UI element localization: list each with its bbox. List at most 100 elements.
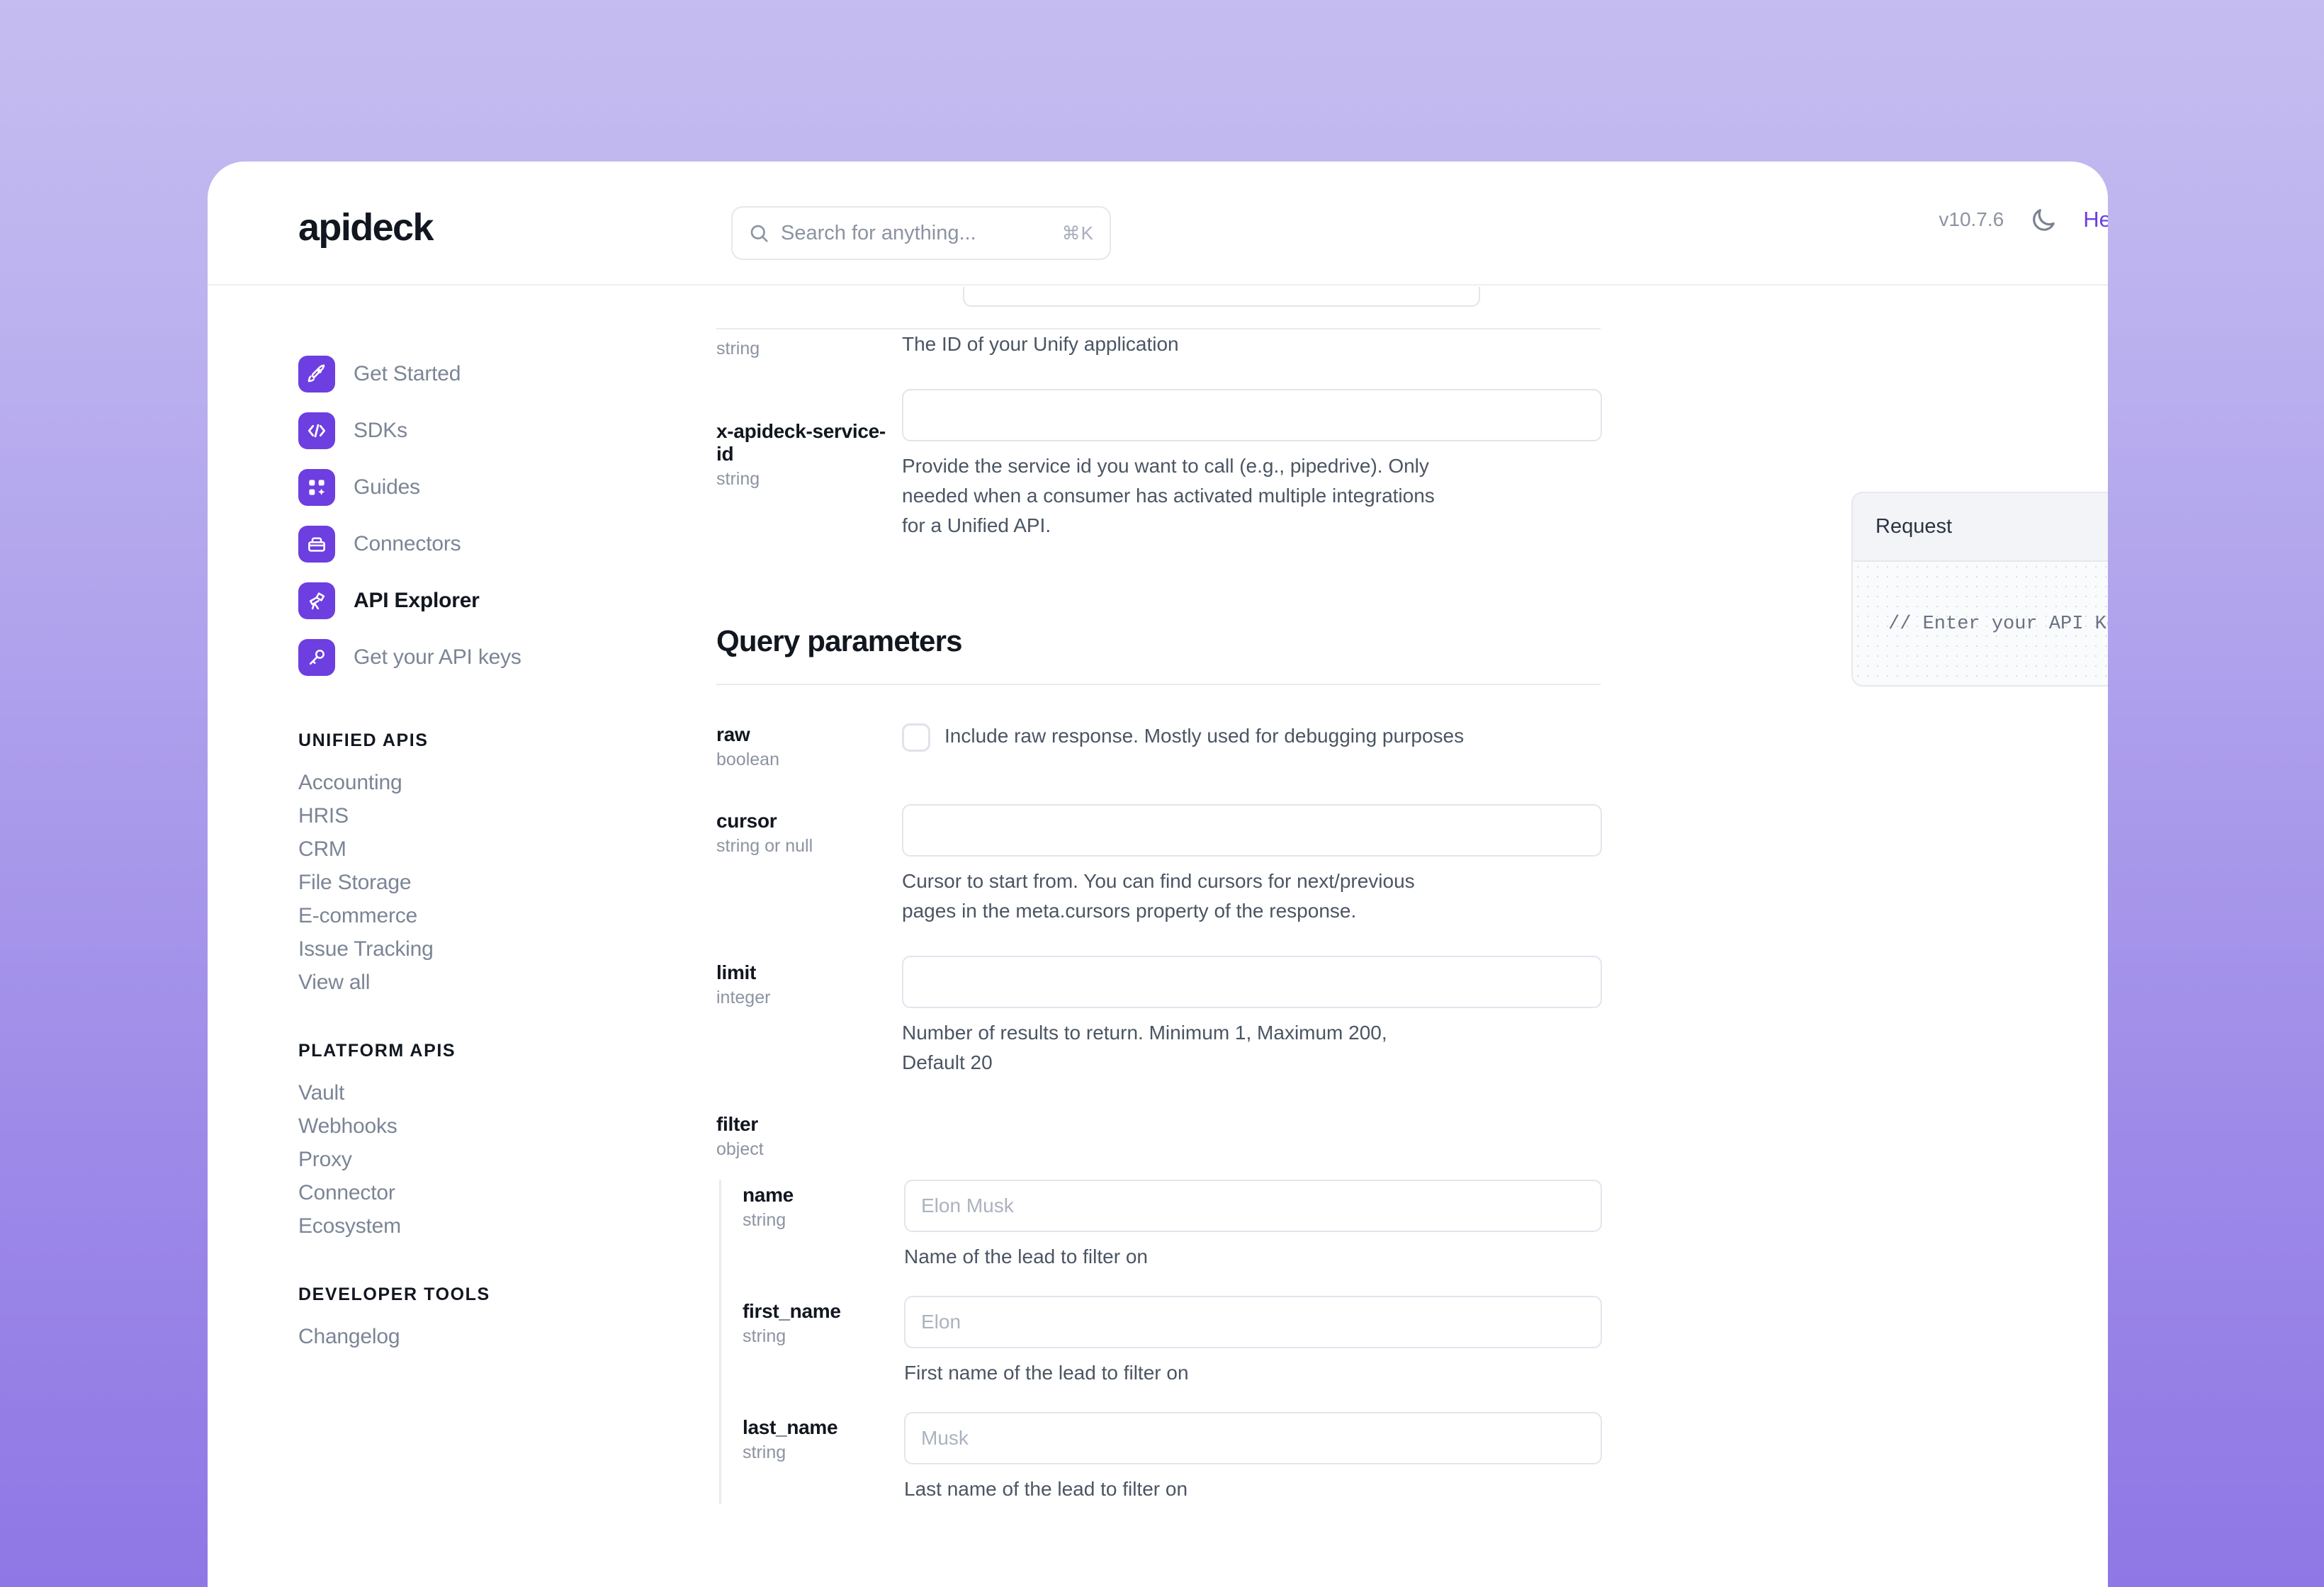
param-type: boolean [716,750,779,769]
moon-icon[interactable] [2029,205,2058,234]
filter-fields-group: name string Elon Musk Name of the lead t… [719,1180,1602,1504]
filter-last-name-input[interactable]: Musk [904,1412,1602,1464]
sidebar-link-connector[interactable]: Connector [298,1181,661,1205]
version-label: v10.7.6 [1939,208,2004,230]
sidebar: Get Started SDKs Guides Connectors API E… [208,287,661,1587]
sidebar-section-platform-apis: PLATFORM APIS Vault Webhooks Proxy Conne… [298,1041,661,1238]
sidebar-link-view-all[interactable]: View all [298,971,661,995]
filter-name-input[interactable]: Elon Musk [904,1180,1602,1232]
param-row-app-id: string The ID of your Unify application [716,332,1602,359]
param-row-limit: limit integer Number of results to retur… [716,956,1602,1078]
sidebar-link-file-storage[interactable]: File Storage [298,871,661,895]
param-type: string [716,469,760,489]
request-code-placeholder: // Enter your API Key and required param… [1888,614,2108,635]
sidebar-item-api-explorer[interactable]: API Explorer [298,579,661,623]
sidebar-item-guides[interactable]: Guides [298,465,661,509]
sidebar-section-developer-tools: DEVELOPER TOOLS Changelog [298,1284,661,1349]
raw-checkbox[interactable] [902,723,930,752]
sidebar-item-label: Get your API keys [354,645,521,669]
param-name: limit [716,961,757,983]
param-type: integer [716,988,771,1007]
param-name: raw [716,723,750,745]
param-type: object [716,1139,764,1159]
sidebar-main-nav: Get Started SDKs Guides Connectors API E… [298,352,661,679]
grid-sparkle-icon [298,469,335,506]
sidebar-item-label: API Explorer [354,589,480,612]
sidebar-link-webhooks[interactable]: Webhooks [298,1114,661,1139]
app-window: apideck Search for anything... ⌘K v10.7.… [208,162,2108,1587]
param-help: Number of results to return. Minimum 1, … [902,1022,1387,1073]
main-content: string The ID of your Unify application … [661,287,1866,1587]
param-help: Last name of the lead to filter on [904,1478,1188,1500]
request-panel: Request // Enter your API Key and requir… [1851,492,2108,687]
sidebar-section-title: DEVELOPER TOOLS [298,1284,490,1304]
sidebar-section-unified-apis: UNIFIED APIS Accounting HRIS CRM File St… [298,730,661,995]
apideck-logo[interactable]: apideck [298,205,434,249]
sidebar-link-crm[interactable]: CRM [298,837,661,862]
sidebar-link-issue-tracking[interactable]: Issue Tracking [298,937,661,961]
rocket-icon [298,356,335,392]
param-row-cursor: cursor string or null Cursor to start fr… [716,804,1602,926]
limit-input[interactable] [902,956,1602,1008]
param-row-filter-first-name: first_name string Elon First name of the… [743,1296,1602,1388]
param-row-filter: filter object name string Elon Musk Name… [716,1113,1602,1504]
code-brackets-icon [298,412,335,449]
param-row-truncated [716,287,1602,329]
search-shortcut-hint: ⌘K [1061,222,1094,244]
sidebar-item-get-started[interactable]: Get Started [298,352,661,396]
search-input[interactable]: Search for anything... ⌘K [731,206,1111,260]
param-type: string [716,339,760,358]
param-name: cursor [716,810,777,832]
divider [716,684,1601,685]
sidebar-item-label: Get Started [354,362,461,385]
param-help: Name of the lead to filter on [904,1246,1148,1267]
box-icon [298,526,335,563]
param-row-raw: raw boolean Include raw response. Mostly… [716,721,1602,770]
param-type: string [743,1210,786,1230]
sidebar-item-connectors[interactable]: Connectors [298,522,661,566]
app-id-input[interactable] [963,287,1480,307]
sidebar-link-accounting[interactable]: Accounting [298,771,661,795]
param-name: last_name [743,1416,838,1438]
param-type: string or null [716,836,813,856]
sidebar-item-get-your-api-keys[interactable]: Get your API keys [298,636,661,679]
filter-first-name-input[interactable]: Elon [904,1296,1602,1348]
param-help: Cursor to start from. You can find curso… [902,870,1415,922]
param-help: First name of the lead to filter on [904,1362,1189,1384]
param-row-x-apideck-service-id: x-apideck-service-id string Provide the … [716,389,1602,541]
app-header: apideck Search for anything... ⌘K v10.7.… [208,162,2108,286]
sidebar-link-changelog[interactable]: Changelog [298,1325,661,1349]
search-icon [750,225,768,242]
sidebar-item-label: Guides [354,475,420,499]
param-name: filter [716,1113,758,1135]
telescope-icon [298,582,335,619]
raw-checkbox-label: Include raw response. Mostly used for de… [944,725,1465,747]
param-name: x-apideck-service-id [716,420,886,465]
request-panel-title: Request [1853,493,2108,562]
sidebar-link-proxy[interactable]: Proxy [298,1148,661,1172]
param-row-filter-name: name string Elon Musk Name of the lead t… [743,1180,1602,1272]
sidebar-link-ecosystem[interactable]: Ecosystem [298,1214,661,1238]
sidebar-link-e-commerce[interactable]: E-commerce [298,904,661,928]
param-type: string [743,1326,786,1346]
help-center-link[interactable]: Help C [2083,207,2108,232]
header-actions: v10.7.6 Help C [1939,205,2108,234]
sidebar-section-title: PLATFORM APIS [298,1041,456,1061]
cursor-input[interactable] [902,804,1602,857]
param-name: first_name [743,1300,841,1322]
sidebar-link-hris[interactable]: HRIS [298,804,661,828]
param-type: string [743,1442,786,1462]
query-parameters-heading: Query parameters [716,624,963,657]
param-help: The ID of your Unify application [902,333,1179,355]
sidebar-item-label: Connectors [354,532,461,555]
param-row-filter-last-name: last_name string Musk Last name of the l… [743,1412,1602,1504]
param-help: Provide the service id you want to call … [902,455,1435,536]
key-icon [298,639,335,676]
sidebar-item-sdks[interactable]: SDKs [298,409,661,453]
request-code-editor[interactable]: // Enter your API Key and required param… [1853,562,2108,685]
x-apideck-service-id-input[interactable] [902,389,1602,441]
param-name: name [743,1184,794,1206]
search-placeholder: Search for anything... [781,221,976,244]
sidebar-link-vault[interactable]: Vault [298,1081,661,1105]
parameters-area: string The ID of your Unify application … [716,287,1602,1504]
